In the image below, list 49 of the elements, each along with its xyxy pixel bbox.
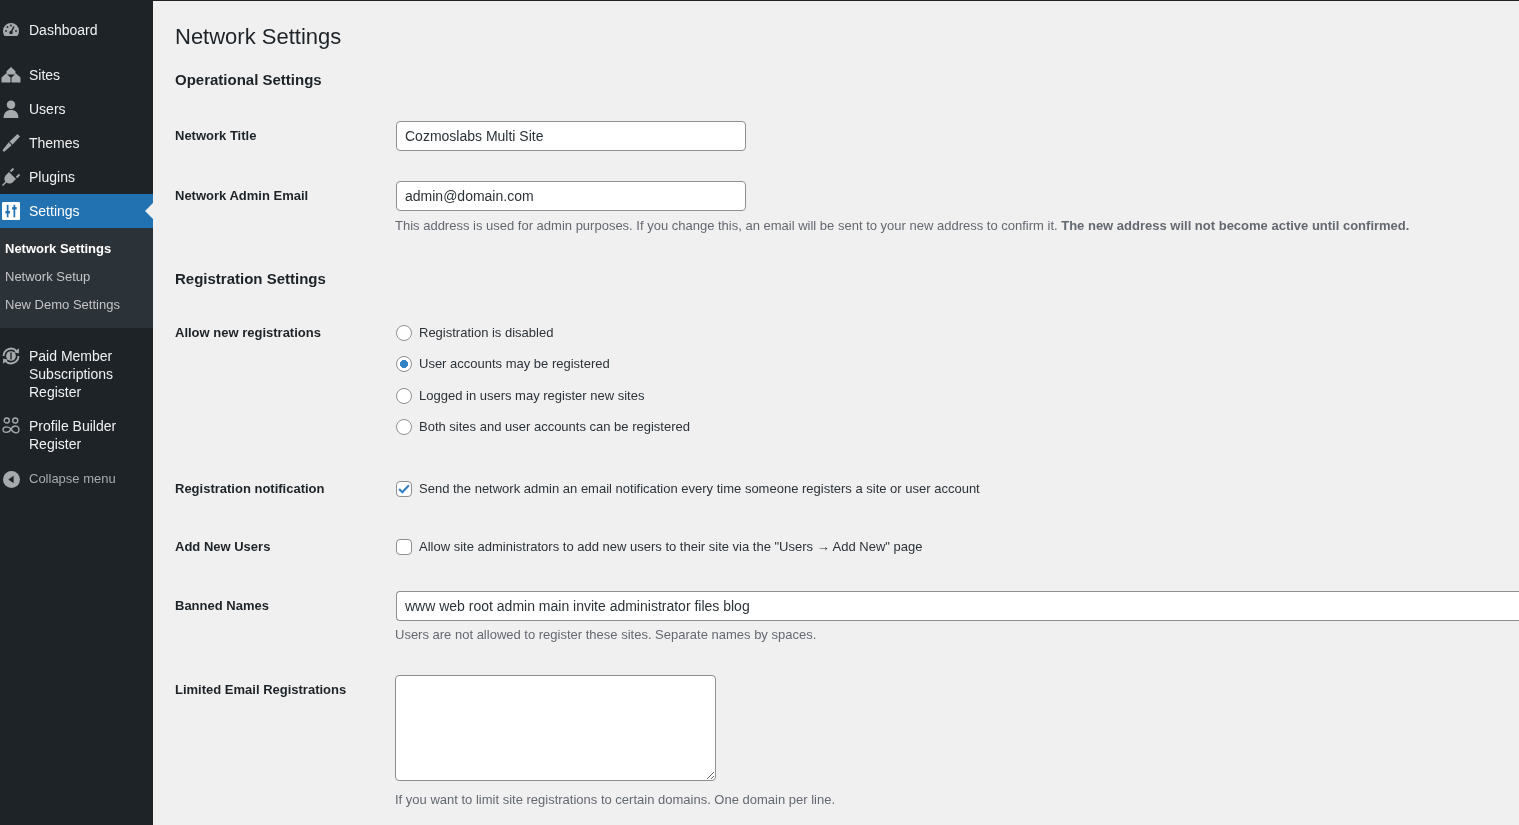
field-description: If you want to limit site registrations to certain domains. One domain per line. [395, 791, 837, 809]
text-field[interactable]: Cozmoslabs Multi Site [396, 121, 746, 151]
collapse-menu-button[interactable]: Collapse menu [0, 461, 153, 497]
checkbox-label[interactable]: Allow site administrators to add new users to their site via the "Users → Add New" page [419, 538, 923, 556]
field-label: Network Title [175, 127, 257, 145]
field-label: Registration notification [175, 480, 325, 498]
radio-button[interactable] [396, 356, 412, 373]
submenu-item[interactable]: Network Setup [0, 263, 153, 291]
sidebar-item[interactable]: Themes [0, 126, 153, 160]
radio-button[interactable] [396, 419, 412, 435]
checkbox[interactable] [396, 539, 412, 555]
plug-icon [1, 168, 21, 186]
menu-pointer-icon [145, 203, 153, 219]
checkmark-icon [398, 484, 410, 494]
text-field[interactable]: admin@domain.com [396, 181, 746, 211]
textarea-field[interactable] [395, 675, 716, 781]
radio-button[interactable] [396, 325, 412, 341]
sidebar-item[interactable]: Profile Builder Register [0, 409, 153, 461]
field-description: This address is used for admin purposes. If you change this, an email will be sent to your new address to confirm it. The new address will not become active until confirmed. [395, 217, 1411, 235]
sidebar-item[interactable]: Paid Member Subscriptions Register [0, 339, 153, 409]
field-label: Add New Users [175, 538, 271, 556]
radio-label[interactable]: Logged in users may register new sites [419, 386, 645, 405]
radio-label[interactable]: User accounts may be registered [419, 355, 610, 374]
text-field[interactable]: www web root admin main invite administrator files blog [396, 591, 1519, 621]
sidebar-item[interactable]: Plugins [0, 160, 153, 194]
sidebar-item[interactable]: Users [0, 92, 153, 126]
radio-label[interactable]: Both sites and user accounts can be registered [419, 418, 690, 436]
radio-button[interactable] [396, 387, 412, 404]
submenu-item[interactable]: Network Settings [0, 235, 153, 263]
rings-icon [1, 417, 21, 435]
checkbox[interactable] [396, 481, 412, 497]
sidebar-item[interactable]: Dashboard [0, 13, 153, 47]
person-icon [1, 100, 21, 118]
section-heading: Operational Settings [175, 70, 323, 90]
checkbox-label[interactable]: Send the network admin an email notification every time someone registers a site or user account [419, 480, 980, 498]
field-description: Users are not allowed to register these sites. Separate names by spaces. [395, 626, 818, 644]
sliders-icon [1, 202, 21, 220]
field-label: Limited Email Registrations [175, 681, 347, 699]
radio-label[interactable]: Registration is disabled [419, 324, 554, 342]
field-label: Banned Names [175, 597, 269, 615]
field-label: Network Admin Email [175, 187, 309, 205]
section-heading: Registration Settings [175, 269, 327, 289]
page-title: Network Settings [175, 23, 343, 51]
field-label: Allow new registrations [175, 324, 321, 342]
sidebar-item[interactable]: Settings [0, 194, 153, 228]
sidebar-item[interactable]: Sites [0, 58, 153, 92]
submenu-item[interactable]: New Demo Settings [0, 291, 153, 319]
houses-icon [1, 66, 21, 84]
paintbrush-icon [1, 134, 21, 152]
